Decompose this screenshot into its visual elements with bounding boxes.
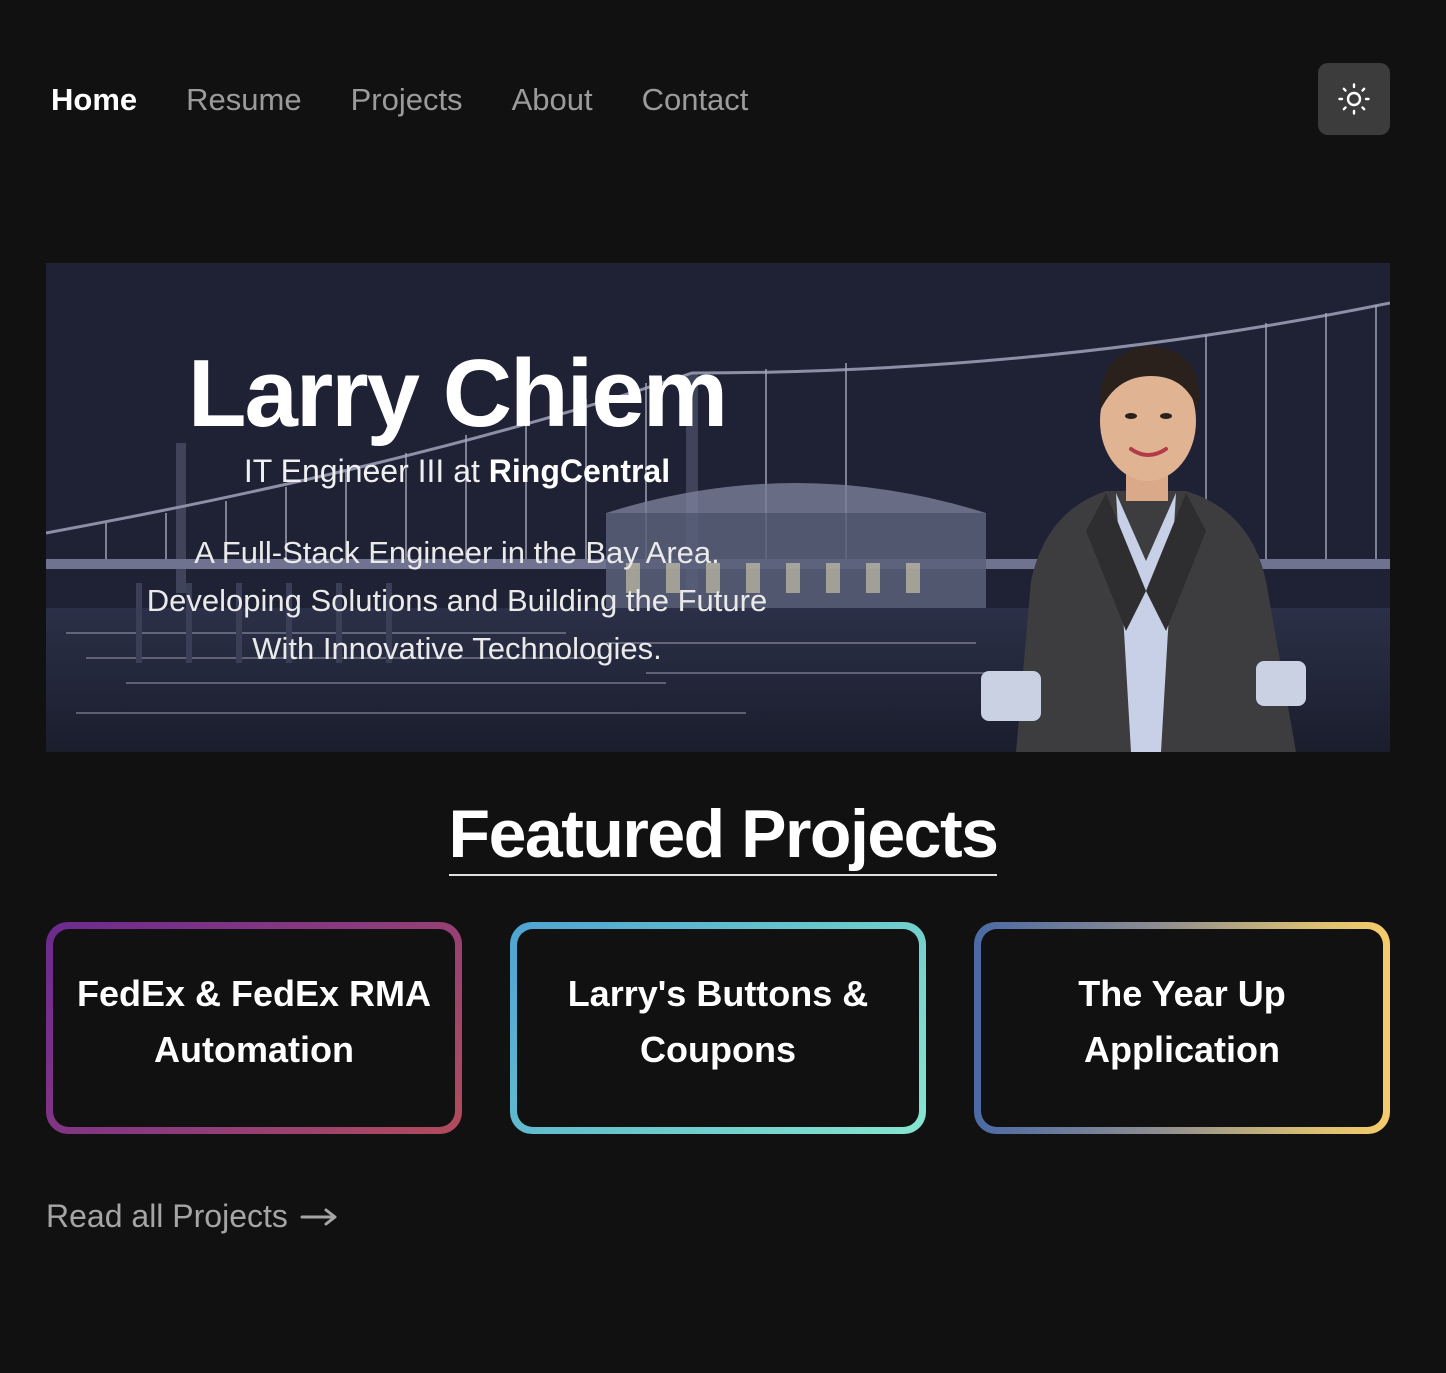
hero-banner: Larry Chiem IT Engineer III at RingCentr… bbox=[46, 263, 1390, 752]
read-all-projects-label: Read all Projects bbox=[46, 1198, 288, 1234]
hero-name: Larry Chiem bbox=[187, 340, 728, 447]
hero-desc-line: With Innovative Technologies. bbox=[252, 631, 662, 666]
hero-desc-line: Developing Solutions and Building the Fu… bbox=[146, 583, 768, 618]
theme-toggle-button[interactable] bbox=[1318, 63, 1390, 135]
nav-projects-link[interactable]: Projects bbox=[351, 78, 463, 122]
nav-contact-link[interactable]: Contact bbox=[642, 78, 749, 122]
project-card-title: The Year Up Application bbox=[981, 929, 1383, 1127]
project-card-title: FedEx & FedEx RMA Automation bbox=[53, 929, 455, 1127]
main-nav: Home Resume Projects About Contact bbox=[51, 78, 748, 122]
project-card-year-up[interactable]: The Year Up Application bbox=[974, 922, 1390, 1134]
hero-role-company: RingCentral bbox=[488, 453, 671, 489]
hero-role: IT Engineer III at RingCentral bbox=[46, 449, 868, 493]
hero-description: A Full-Stack Engineer in the Bay Area. D… bbox=[46, 529, 868, 673]
arrow-right-icon bbox=[300, 1208, 337, 1225]
project-card-fedex[interactable]: FedEx & FedEx RMA Automation bbox=[46, 922, 462, 1134]
project-card-title: Larry's Buttons & Coupons bbox=[517, 929, 919, 1127]
hero-role-prefix: IT Engineer III at bbox=[243, 453, 489, 489]
nav-about-link[interactable]: About bbox=[512, 78, 593, 122]
nav-resume-link[interactable]: Resume bbox=[186, 78, 301, 122]
sun-icon bbox=[1338, 83, 1370, 115]
project-card-larrys-buttons[interactable]: Larry's Buttons & Coupons bbox=[510, 922, 926, 1134]
featured-projects-heading: Featured Projects bbox=[0, 792, 1446, 876]
read-all-projects-link[interactable]: Read all Projects bbox=[46, 1198, 338, 1235]
hero-desc-line: A Full-Stack Engineer in the Bay Area. bbox=[194, 535, 720, 570]
featured-projects-title: Featured Projects bbox=[448, 794, 999, 876]
profile-portrait bbox=[981, 346, 1306, 752]
nav-home-link[interactable]: Home bbox=[51, 78, 137, 122]
